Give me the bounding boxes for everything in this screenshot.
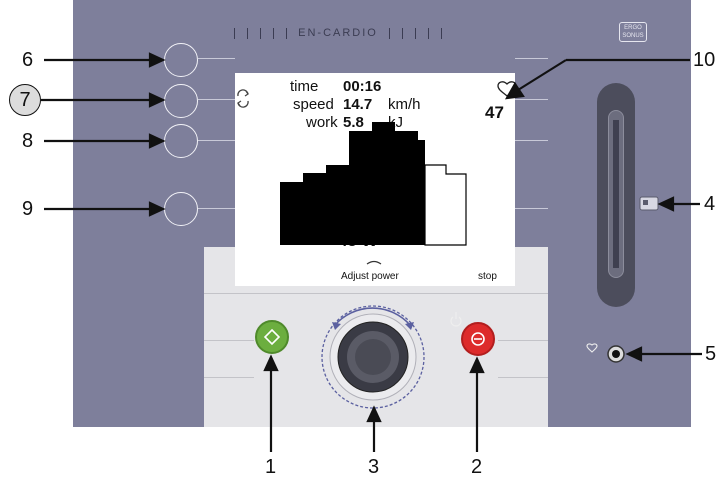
knob-arrow-left-icon bbox=[332, 322, 341, 330]
profile-bar bbox=[372, 122, 395, 245]
callout-8: 8 bbox=[22, 130, 34, 152]
callout-10: 10 bbox=[693, 49, 716, 71]
control-knob bbox=[321, 305, 425, 409]
profile-bars bbox=[280, 122, 425, 245]
power-icon bbox=[450, 312, 462, 327]
callout-7: 7 bbox=[9, 84, 41, 116]
callout-4: 4 bbox=[704, 193, 716, 215]
callout-6: 6 bbox=[22, 49, 34, 71]
profile-bar bbox=[303, 173, 326, 245]
knob-arrow-right-icon bbox=[405, 322, 414, 330]
profile-bar bbox=[349, 131, 372, 245]
callout-1: 1 bbox=[265, 456, 277, 478]
profile-future-bars bbox=[424, 164, 467, 246]
rotate-arrows-icon bbox=[366, 260, 382, 265]
callout-2: 2 bbox=[471, 456, 483, 478]
profile-bar bbox=[407, 140, 425, 245]
stop-icon bbox=[471, 332, 485, 346]
heart-jack-icon bbox=[586, 343, 598, 353]
profile-bar bbox=[326, 165, 349, 245]
callout-9: 9 bbox=[22, 198, 34, 220]
card-reader-icon bbox=[639, 196, 659, 211]
refresh-arrows-icon bbox=[237, 89, 249, 108]
heart-rate-jack-hole bbox=[612, 350, 620, 358]
callout-5: 5 bbox=[705, 343, 717, 365]
start-diamond-icon bbox=[263, 328, 281, 346]
profile-bar bbox=[280, 182, 303, 245]
diagram-overlay bbox=[41, 52, 702, 452]
callout-3: 3 bbox=[368, 456, 380, 478]
